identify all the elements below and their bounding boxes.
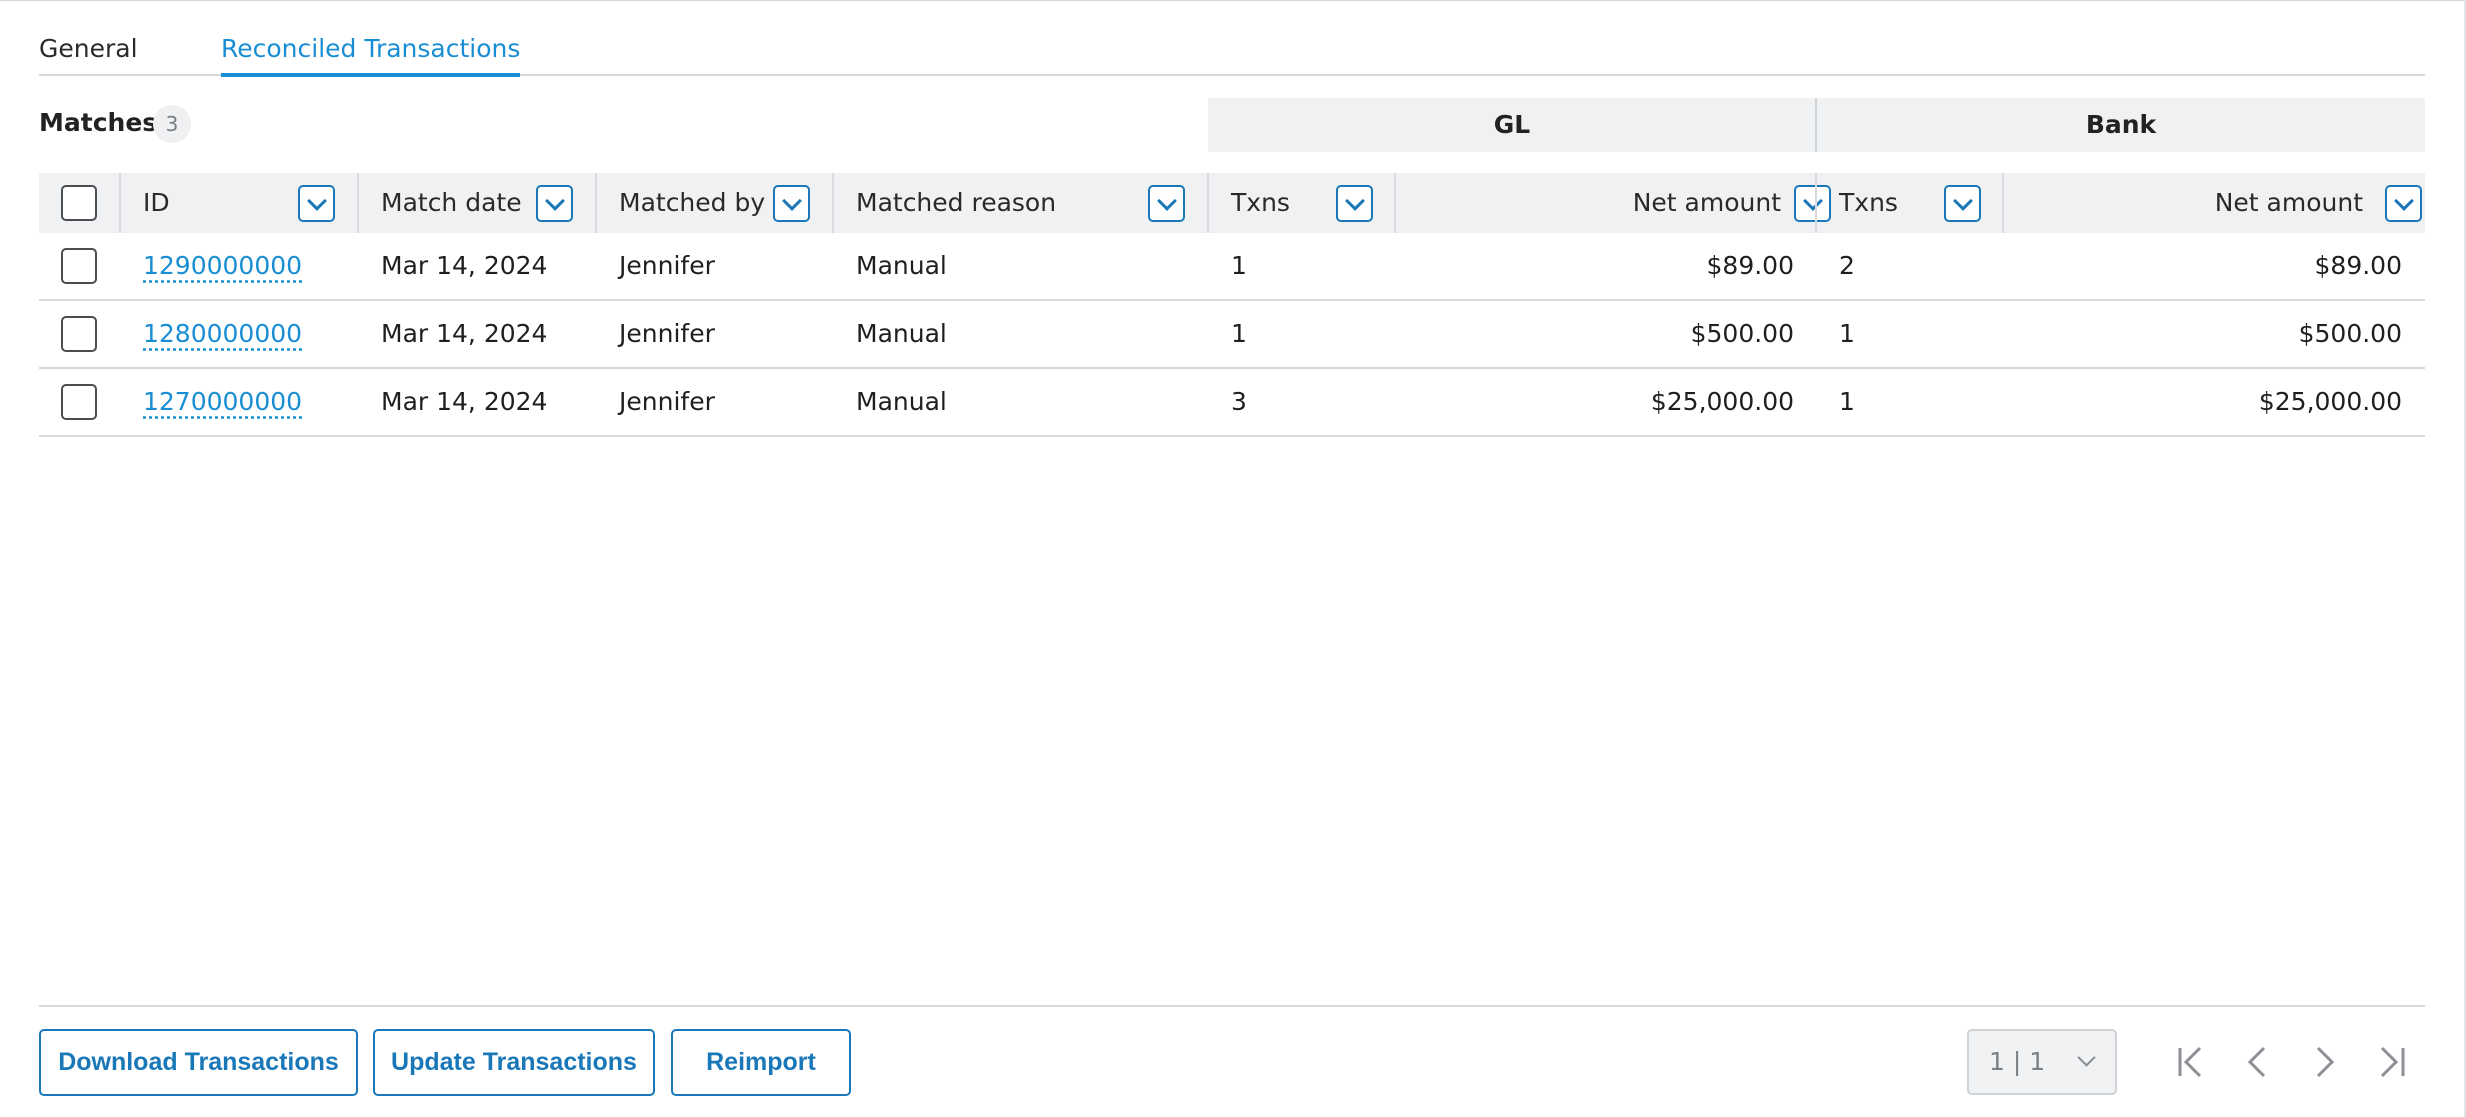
tab-bar: General Reconciled Transactions: [39, 24, 2425, 77]
match-date-cell: Mar 14, 2024: [381, 387, 548, 416]
tab-general[interactable]: General: [39, 32, 138, 66]
gl-net-amount-cell: $500.00: [1690, 319, 1794, 348]
last-page-icon[interactable]: [2370, 1040, 2414, 1084]
column-header-id: ID: [143, 188, 170, 217]
gl-net-amount-cell: $89.00: [1706, 251, 1794, 280]
column-header-matched-by: Matched by: [619, 188, 766, 217]
matches-count-badge: 3: [153, 105, 191, 143]
table-row[interactable]: 1290000000 Mar 14, 2024 Jennifer Manual …: [39, 233, 2425, 301]
chevron-down-icon: [2077, 1048, 2096, 1067]
id-column-menu-chevron-icon[interactable]: [298, 185, 335, 222]
column-divider: [595, 173, 597, 233]
column-divider: [1394, 173, 1396, 233]
matches-title: Matches: [39, 108, 158, 137]
column-header-bank-txns: Txns: [1839, 188, 1898, 217]
column-header-match-date: Match date: [381, 188, 522, 217]
column-divider: [119, 173, 121, 233]
next-page-icon[interactable]: [2302, 1040, 2346, 1084]
gl-txns-cell: 1: [1231, 319, 1247, 348]
column-divider: [1815, 173, 1817, 233]
match-date-column-menu-chevron-icon[interactable]: [536, 185, 573, 222]
row-checkbox[interactable]: [61, 384, 97, 420]
column-header-gl-txns: Txns: [1231, 188, 1290, 217]
column-header-matched-reason: Matched reason: [856, 188, 1057, 217]
match-id-link[interactable]: 1290000000: [143, 251, 302, 280]
gl-txns-column-menu-chevron-icon[interactable]: [1336, 185, 1373, 222]
matched-reason-cell: Manual: [856, 387, 947, 416]
matched-by-cell: Jennifer: [619, 319, 715, 348]
table-row[interactable]: 1280000000 Mar 14, 2024 Jennifer Manual …: [39, 301, 2425, 369]
footer-divider: [39, 1005, 2425, 1007]
bank-txns-cell: 1: [1839, 319, 1855, 348]
table-row[interactable]: 1270000000 Mar 14, 2024 Jennifer Manual …: [39, 369, 2425, 437]
tab-reconciled-transactions[interactable]: Reconciled Transactions: [221, 32, 521, 77]
gl-net-amount-cell: $25,000.00: [1650, 387, 1794, 416]
matched-reason-cell: Manual: [856, 319, 947, 348]
column-header-gl-net-amount: Net amount: [1632, 188, 1781, 217]
column-divider: [2002, 173, 2004, 233]
row-checkbox[interactable]: [61, 316, 97, 352]
bank-net-amount-cell: $89.00: [2314, 251, 2402, 280]
bank-net-amount-cell: $500.00: [2298, 319, 2402, 348]
bank-net-amount-cell: $25,000.00: [2258, 387, 2402, 416]
table-header: ID Match date Matched by Matched reason …: [39, 173, 2425, 233]
gl-txns-cell: 1: [1231, 251, 1247, 280]
bank-net-amount-column-menu-chevron-icon[interactable]: [2385, 185, 2422, 222]
bank-txns-cell: 2: [1839, 251, 1855, 280]
column-divider: [832, 173, 834, 233]
download-transactions-button[interactable]: Download Transactions: [39, 1029, 358, 1096]
gl-txns-cell: 3: [1231, 387, 1247, 416]
bank-group-header: Bank: [1817, 98, 2425, 152]
matched-reason-cell: Manual: [856, 251, 947, 280]
matched-by-cell: Jennifer: [619, 251, 715, 280]
matched-by-cell: Jennifer: [619, 387, 715, 416]
match-id-link[interactable]: 1270000000: [143, 387, 302, 416]
column-divider: [357, 173, 359, 233]
gl-net-amount-column-menu-chevron-icon[interactable]: [1794, 185, 1831, 222]
select-all-checkbox[interactable]: [61, 185, 97, 221]
column-divider: [1207, 173, 1209, 233]
match-id-link[interactable]: 1280000000: [143, 319, 302, 348]
column-header-bank-net-amount: Net amount: [2214, 188, 2363, 217]
match-date-cell: Mar 14, 2024: [381, 251, 548, 280]
matched-reason-column-menu-chevron-icon[interactable]: [1148, 185, 1185, 222]
match-date-cell: Mar 14, 2024: [381, 319, 548, 348]
first-page-icon[interactable]: [2170, 1040, 2214, 1084]
update-transactions-button[interactable]: Update Transactions: [373, 1029, 655, 1096]
top-border: [0, 0, 2466, 1]
bank-txns-cell: 1: [1839, 387, 1855, 416]
gl-group-header: GL: [1208, 98, 1816, 152]
previous-page-icon[interactable]: [2236, 1040, 2280, 1084]
page-select[interactable]: 1 | 1: [1967, 1029, 2117, 1095]
page-indicator: 1 | 1: [1989, 1047, 2046, 1076]
bank-txns-column-menu-chevron-icon[interactable]: [1944, 185, 1981, 222]
reimport-button[interactable]: Reimport: [671, 1029, 851, 1096]
row-checkbox[interactable]: [61, 248, 97, 284]
matched-by-column-menu-chevron-icon[interactable]: [773, 185, 810, 222]
